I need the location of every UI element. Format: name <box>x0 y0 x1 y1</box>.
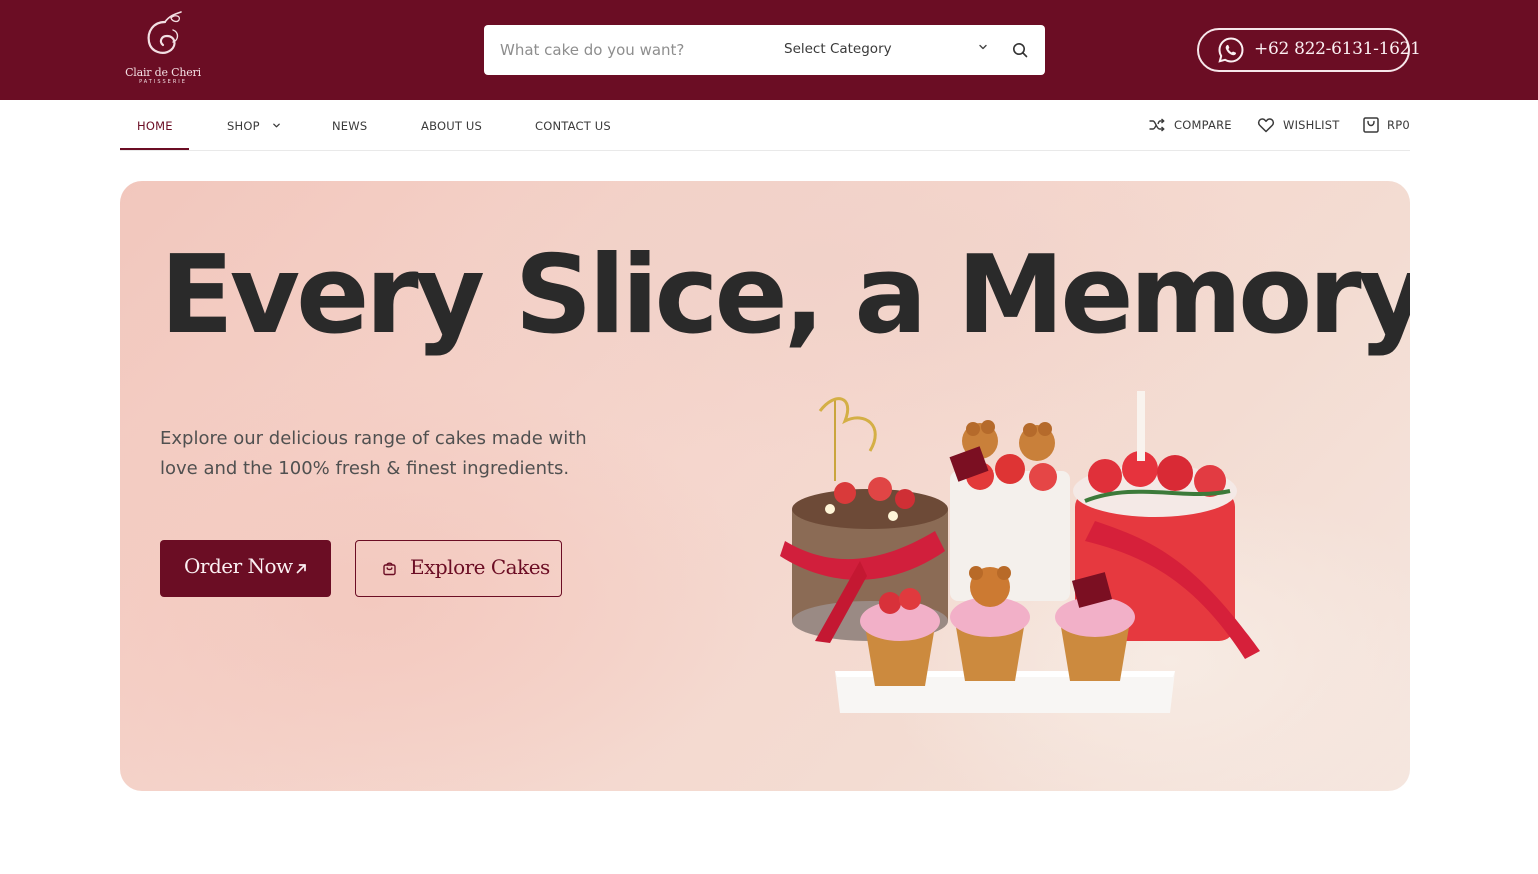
nav-item-contact-us[interactable]: CONTACT US <box>535 119 611 133</box>
order-now-button[interactable]: Order Now <box>160 540 331 597</box>
heart-icon <box>1257 118 1275 133</box>
cart-link[interactable]: RP0 <box>1362 116 1410 134</box>
nav-item-home[interactable]: HOME <box>137 119 173 133</box>
shuffle-icon <box>1149 118 1165 132</box>
top-header: Clair de Cheri PATISSERIE Select Categor… <box>0 0 1538 100</box>
hero-banner: Every Slice, a Memory Explore our delici… <box>120 181 1410 791</box>
nav-item-shop-label: SHOP <box>227 119 260 133</box>
compare-link[interactable]: COMPARE <box>1148 116 1234 134</box>
nav-item-about-us[interactable]: ABOUT US <box>421 119 482 133</box>
hero-title: Every Slice, a Memory <box>160 233 1410 358</box>
cart-total: RP0 <box>1387 118 1410 132</box>
category-select[interactable]: Select Category <box>784 25 992 75</box>
brand-logo[interactable]: Clair de Cheri PATISSERIE <box>120 8 206 92</box>
chevron-down-icon <box>272 123 280 128</box>
active-nav-indicator <box>120 148 189 150</box>
brand-name: Clair de Cheri <box>125 66 201 79</box>
nav-item-shop[interactable]: SHOP <box>227 119 281 133</box>
category-select-label: Select Category <box>784 41 892 57</box>
order-now-label: Order Now <box>184 554 293 578</box>
brand-tagline: PATISSERIE <box>139 79 187 85</box>
phone-number: +62 822-6131-1621 <box>1254 39 1421 59</box>
search-input[interactable] <box>500 25 770 75</box>
explore-cakes-button[interactable]: Explore Cakes <box>355 540 562 597</box>
whatsapp-icon <box>1218 37 1244 63</box>
search-icon[interactable] <box>1011 41 1029 59</box>
whatsapp-contact-button[interactable]: +62 822-6131-1621 <box>1197 28 1421 72</box>
search-bar: Select Category <box>484 25 1045 75</box>
chevron-down-icon <box>979 44 987 50</box>
shopping-bag-icon <box>1363 117 1379 133</box>
main-nav: HOME SHOP NEWS ABOUT US CONTACT US COMPA… <box>120 100 1410 151</box>
logo-mark-icon <box>147 11 182 54</box>
compare-label: COMPARE <box>1174 118 1232 132</box>
arrow-up-right-icon <box>296 564 306 574</box>
explore-cakes-label: Explore Cakes <box>410 555 550 579</box>
wishlist-link[interactable]: WISHLIST <box>1257 116 1339 134</box>
hero-description: Explore our delicious range of cakes mad… <box>160 428 587 479</box>
shopping-bag-icon <box>383 562 396 576</box>
cakes-and-cupcakes-image <box>780 391 1260 713</box>
nav-item-news[interactable]: NEWS <box>332 119 367 133</box>
wishlist-label: WISHLIST <box>1283 118 1340 132</box>
